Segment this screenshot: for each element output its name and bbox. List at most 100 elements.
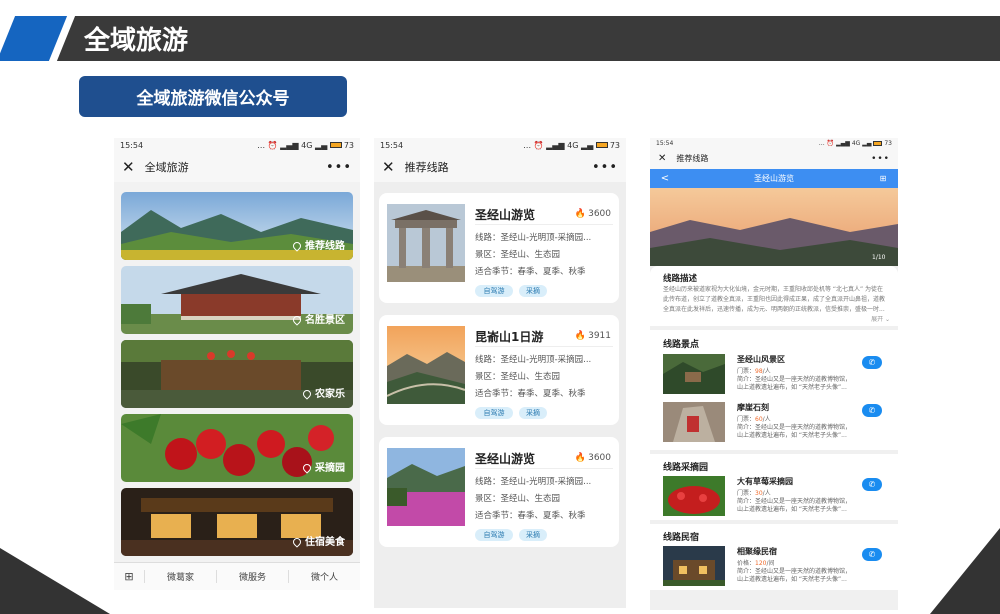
nav-bar: ✕ 全域旅游 ••• bbox=[114, 152, 360, 182]
more-icon[interactable]: ••• bbox=[326, 160, 352, 175]
tab-wei-personal[interactable]: 微个人 bbox=[288, 570, 360, 583]
tag-picking: 采摘 bbox=[519, 407, 547, 419]
detail-title: 圣经山游览 bbox=[754, 174, 794, 183]
header-bar bbox=[56, 16, 1000, 61]
divider bbox=[475, 346, 613, 347]
item-name: 大有草莓采摘园 bbox=[737, 477, 793, 486]
flame-icon: 🔥 bbox=[574, 331, 587, 341]
section-title: 线路采摘园 bbox=[663, 463, 709, 473]
tile-label: 名胜景区 bbox=[305, 315, 345, 326]
keyboard-icon[interactable]: ⊞ bbox=[114, 570, 144, 583]
nav-title: 推荐线路 bbox=[404, 161, 449, 174]
tag-self-drive: 自驾游 bbox=[475, 529, 513, 541]
tag-self-drive: 自驾游 bbox=[475, 285, 513, 297]
more-icon[interactable]: ••• bbox=[592, 160, 618, 175]
route-path: 线路：圣经山-光明顶-采摘园... bbox=[475, 477, 592, 487]
item-desc: 山上道教遗址遍布，如 “天然老子头像”... bbox=[737, 576, 847, 583]
tag-picking: 采摘 bbox=[519, 529, 547, 541]
grid-icon[interactable]: ⊞ bbox=[868, 174, 898, 183]
item-name: 相聚缘民宿 bbox=[737, 547, 777, 556]
status-time: 15:54 bbox=[120, 140, 144, 150]
route-scenic: 景区：圣经山、生态园 bbox=[475, 494, 561, 504]
route-scenic: 景区：圣经山、生态园 bbox=[475, 250, 561, 260]
list-item[interactable]: 大有草莓采摘园 门票：30/人 简介：圣经山又是一座天然的道教博物馆， 山上道教… bbox=[650, 474, 898, 520]
popularity-count: 🔥 3600 bbox=[574, 209, 611, 219]
phone-call-icon[interactable]: ✆ bbox=[862, 548, 882, 561]
item-desc: 山上道教遗址遍布，如 “天然老子头像”... bbox=[737, 432, 847, 439]
phone-route-list: 15:54 … ⏰ ▂▄▆ 4G ▂▄ 73 ✕ 推荐线路 ••• 圣经山游览 … bbox=[374, 138, 626, 608]
sunset-valley-image bbox=[387, 326, 465, 404]
description-section: 线路描述 圣经山历来被道家视为大化仙境，金元时期，王重阳收邱处机等 “北七真人”… bbox=[650, 266, 898, 326]
route-name: 昆嵛山1日游 bbox=[475, 330, 544, 344]
status-time: 15:54 bbox=[656, 139, 674, 147]
tile-label: 住宿美食 bbox=[305, 537, 345, 548]
phone-route-detail: 15:54 … ⏰ ▂▄▆ 4G ▂▄ 73 ✕ 推荐线路 ••• < 圣经山游… bbox=[650, 138, 898, 610]
location-icon bbox=[301, 388, 313, 400]
rock-carving-image bbox=[663, 402, 725, 442]
item-desc: 山上道教遗址遍布，如 “天然老子头像”... bbox=[737, 384, 847, 391]
list-item[interactable]: 相聚缘民宿 价格：120/间 简介：圣经山又是一座天然的道教博物馆， 山上道教遗… bbox=[650, 544, 898, 590]
more-icon[interactable]: ••• bbox=[871, 154, 890, 164]
location-icon bbox=[291, 314, 303, 326]
status-icons: … ⏰ ▂▄▆ 4G ▂▄ 73 bbox=[257, 140, 354, 150]
close-icon[interactable]: ✕ bbox=[658, 153, 666, 164]
list-item[interactable]: 圣经山风景区 门票：98/人 简介：圣经山又是一座天然的道教博物馆， 山上道教遗… bbox=[650, 352, 898, 398]
expand-link[interactable]: 展开 ⌄ bbox=[871, 314, 890, 323]
bottom-tab-bar: ⊞ 微葛家 微服务 微个人 bbox=[114, 562, 360, 590]
location-icon bbox=[301, 462, 313, 474]
route-card[interactable]: 昆嵛山1日游 🔥 3911 线路：圣经山-光明顶-采摘园... 景区：圣经山、生态… bbox=[379, 315, 619, 425]
status-bar: 15:54 … ⏰ ▂▄▆ 4G ▂▄ 73 bbox=[650, 138, 898, 148]
divider bbox=[475, 468, 613, 469]
tile-recommended-routes[interactable]: 推荐线路 bbox=[121, 192, 353, 260]
item-name: 圣经山风景区 bbox=[737, 355, 785, 364]
section-title: 线路民宿 bbox=[663, 533, 700, 543]
phone-call-icon[interactable]: ✆ bbox=[862, 404, 882, 417]
section-title: 线路景点 bbox=[663, 340, 700, 350]
status-bar: 15:54 … ⏰ ▂▄▆ 4G ▂▄ 73 bbox=[114, 138, 360, 152]
route-season: 适合季节：春季、夏季、秋季 bbox=[475, 511, 586, 521]
tile-picking-garden[interactable]: 采摘园 bbox=[121, 414, 353, 482]
banner-image[interactable] bbox=[650, 188, 898, 266]
divider bbox=[475, 224, 613, 225]
tile-label: 采摘园 bbox=[315, 463, 345, 474]
route-path: 线路：圣经山-光明顶-采摘园... bbox=[475, 355, 592, 365]
tab-wei-home[interactable]: 微葛家 bbox=[144, 570, 216, 583]
phone-call-icon[interactable]: ✆ bbox=[862, 478, 882, 491]
header-blue-stripe bbox=[0, 16, 68, 61]
location-icon bbox=[291, 536, 303, 548]
route-card[interactable]: 圣经山游览 🔥 3600 线路：圣经山-光明顶-采摘园... 景区：圣经山、生态园… bbox=[379, 437, 619, 547]
flower-field-image bbox=[387, 448, 465, 526]
slide-title: 全域旅游 bbox=[84, 26, 189, 56]
nav-title: 全域旅游 bbox=[144, 161, 189, 174]
route-name: 圣经山游览 bbox=[475, 208, 536, 222]
section-picking-gardens: 线路采摘园 大有草莓采摘园 门票：30/人 简介：圣经山又是一座天然的道教博物馆… bbox=[650, 454, 898, 520]
phone-call-icon[interactable]: ✆ bbox=[862, 356, 882, 369]
list-item[interactable]: 摩崖石刻 门票：60/人 简介：圣经山又是一座天然的道教博物馆， 山上道教遗址遍… bbox=[650, 400, 898, 446]
status-bar: 15:54 … ⏰ ▂▄▆ 4G ▂▄ 73 bbox=[374, 138, 626, 152]
close-icon[interactable]: ✕ bbox=[382, 158, 395, 176]
popularity-count: 🔥 3911 bbox=[574, 331, 611, 341]
popularity-count: 🔥 3600 bbox=[574, 453, 611, 463]
section-homestays: 线路民宿 相聚缘民宿 价格：120/间 简介：圣经山又是一座天然的道教博物馆， … bbox=[650, 524, 898, 590]
strawberries-image bbox=[663, 476, 725, 516]
nav-title: 推荐线路 bbox=[676, 154, 709, 163]
tile-scenic-spots[interactable]: 名胜景区 bbox=[121, 266, 353, 334]
close-icon[interactable]: ✕ bbox=[122, 158, 135, 176]
location-icon bbox=[291, 240, 303, 252]
route-season: 适合季节：春季、夏季、秋季 bbox=[475, 267, 586, 277]
route-card[interactable]: 圣经山游览 🔥 3600 线路：圣经山-光明顶-采摘园... 景区：圣经山、生态园… bbox=[379, 193, 619, 303]
tile-lodging-food[interactable]: 住宿美食 bbox=[121, 488, 353, 556]
banner-counter: 1/10 bbox=[872, 254, 886, 261]
tag-self-drive: 自驾游 bbox=[475, 407, 513, 419]
back-icon[interactable]: < bbox=[650, 173, 680, 184]
homestay-image bbox=[663, 546, 725, 586]
item-desc: 山上道教遗址遍布，如 “天然老子头像”... bbox=[737, 506, 847, 513]
tile-farm-stay[interactable]: 农家乐 bbox=[121, 340, 353, 408]
status-time: 15:54 bbox=[380, 140, 404, 150]
section-route-spots: 线路景点 圣经山风景区 门票：98/人 简介：圣经山又是一座天然的道教博物馆， … bbox=[650, 330, 898, 450]
nav-bar: ✕ 推荐线路 ••• bbox=[374, 152, 626, 182]
tab-wei-service[interactable]: 微服务 bbox=[216, 570, 288, 583]
flame-icon: 🔥 bbox=[574, 209, 587, 219]
slide-subtitle: 全域旅游微信公众号 bbox=[79, 76, 347, 117]
corner-decoration-left bbox=[0, 548, 110, 614]
